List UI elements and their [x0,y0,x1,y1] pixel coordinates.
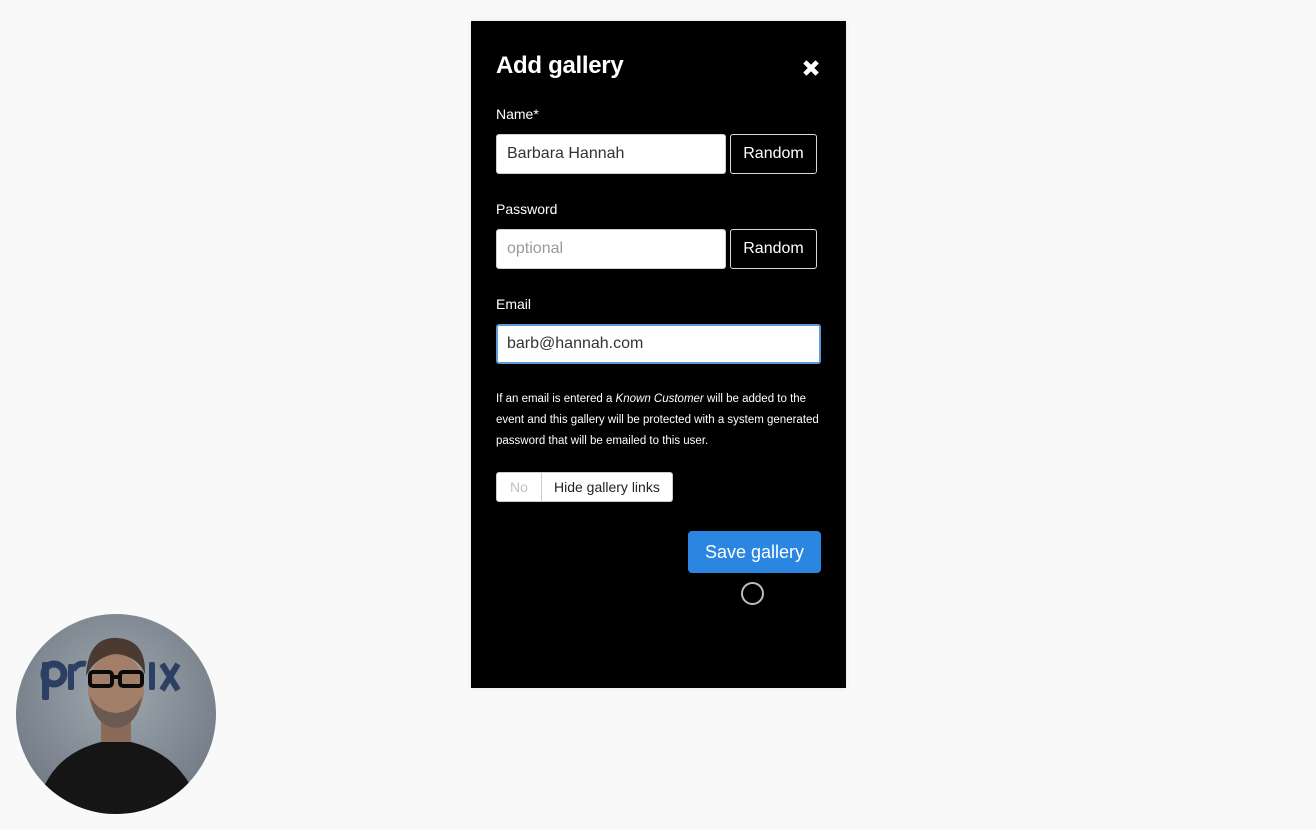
close-icon [803,60,819,76]
password-label: Password [496,201,558,217]
email-label: Email [496,296,532,312]
hide-gallery-links-toggle[interactable]: No Hide gallery links [496,472,673,502]
email-help-text: If an email is entered a Known Customer … [496,389,826,452]
close-button[interactable] [799,56,823,80]
name-label: Name* [496,106,539,122]
toggle-label: Hide gallery links [542,473,672,501]
random-password-button[interactable]: Random [730,229,817,269]
loading-spinner-icon [741,582,764,605]
add-gallery-modal: Add gallery Name* Random Password Random… [471,21,846,688]
save-gallery-button[interactable]: Save gallery [688,531,821,573]
page: Add gallery Name* Random Password Random… [0,0,1316,830]
name-input[interactable] [496,134,726,174]
random-name-button[interactable]: Random [730,134,817,174]
email-input[interactable] [496,324,821,364]
toggle-state[interactable]: No [497,473,542,501]
help-text-emphasis: Known Customer [615,393,704,405]
modal-title: Add gallery [496,52,624,79]
webcam-video-image [16,614,216,814]
help-text-before: If an email is entered a [496,393,616,405]
password-input[interactable] [496,229,726,269]
webcam-overlay [16,614,216,814]
